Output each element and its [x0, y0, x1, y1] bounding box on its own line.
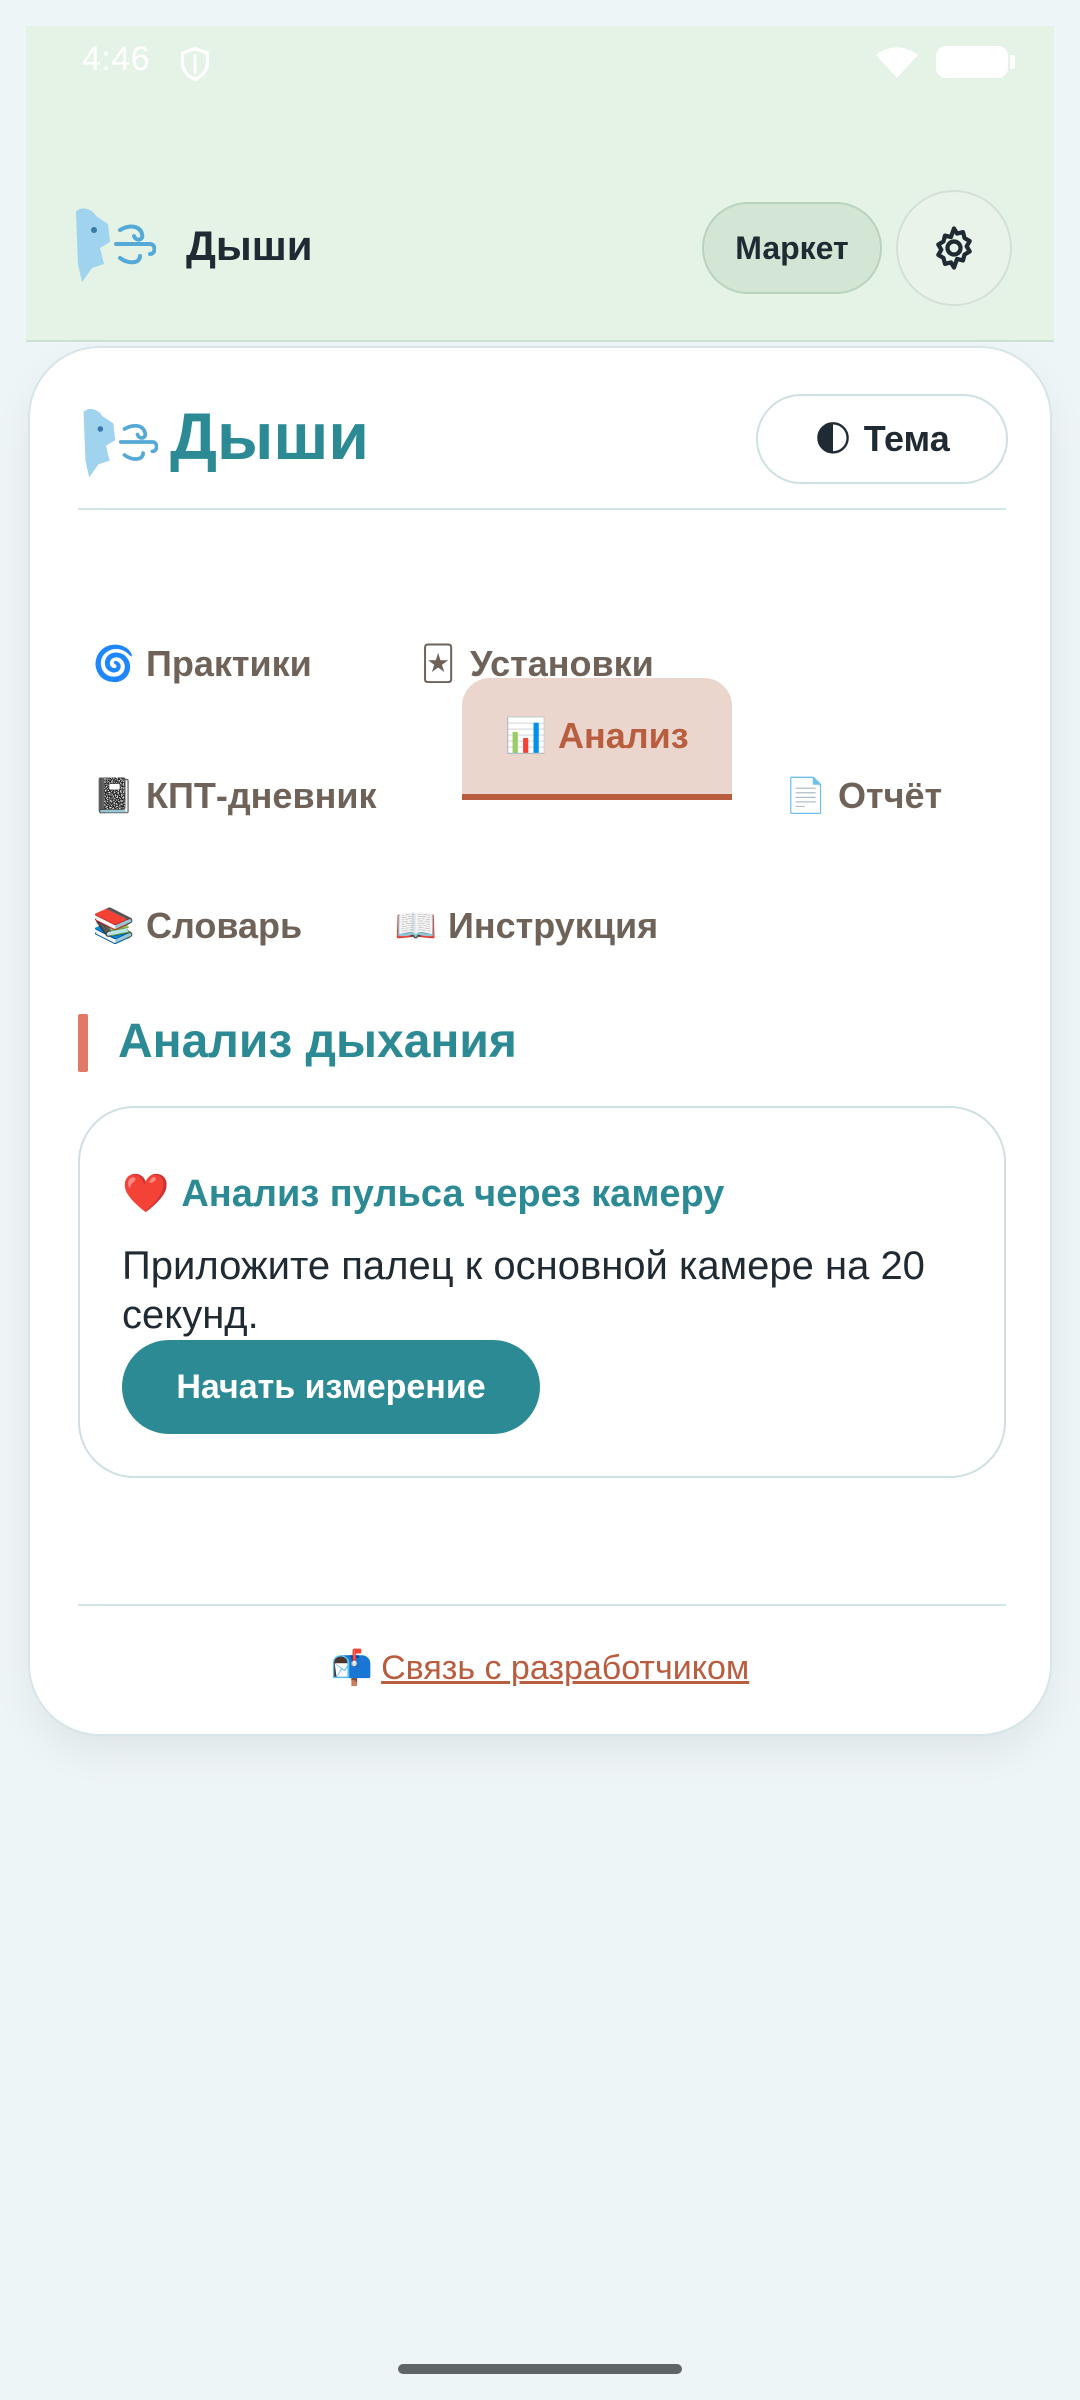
status-time: 4:46	[82, 40, 151, 78]
spiral-icon: 🌀	[92, 645, 136, 683]
pulse-card-title: ❤️ Анализ пульса через камеру	[122, 1172, 724, 1216]
tab-glossary[interactable]: 📚 Словарь	[50, 868, 340, 984]
wind-face-logo-icon	[76, 208, 156, 282]
document-icon: 📄	[784, 777, 828, 815]
tab-label: Отчёт	[838, 775, 943, 816]
status-bar: 4:46	[26, 26, 1054, 102]
tab-analysis[interactable]: 📊 Анализ	[462, 678, 732, 800]
shield-icon	[180, 47, 210, 81]
battery-icon	[936, 46, 1015, 78]
divider	[78, 508, 1006, 510]
pulse-analysis-card: ❤️ Анализ пульса через камеру Приложите …	[78, 1106, 1006, 1478]
tab-instructions[interactable]: 📖 Инструкция	[352, 868, 692, 984]
tab-label: Инструкция	[448, 905, 659, 946]
pulse-instructions: Приложите палец к основной камере на 20 …	[122, 1244, 925, 1337]
mailbox-icon: 📬	[330, 1649, 374, 1687]
main-card: Дыши 🌓 Тема 🌀 Практики 🃏 Установки 📓 КПТ…	[28, 346, 1052, 1736]
books-icon: 📚	[92, 907, 136, 945]
notebook-icon: 📓	[92, 777, 136, 815]
bar-chart-icon: 📊	[504, 717, 548, 755]
pulse-title-text: Анализ пульса через камеру	[181, 1172, 725, 1215]
tab-label: Анализ	[558, 715, 689, 756]
tab-label: Словарь	[146, 905, 303, 946]
heart-icon: ❤️	[122, 1173, 170, 1215]
theme-toggle-button[interactable]: 🌓 Тема	[756, 394, 1008, 484]
section-title: Анализ дыхания	[118, 1015, 517, 1068]
joker-card-icon: 🃏	[420, 645, 456, 683]
divider	[78, 1604, 1006, 1606]
app-top-bar: 4:46 Дыши Маркет	[26, 26, 1054, 342]
contact-developer-link[interactable]: 📬 Связь с разработчиком	[30, 1648, 1050, 1688]
card-title: Дыши	[170, 399, 369, 473]
tab-report[interactable]: 📄 Отчёт	[742, 738, 1002, 854]
app-bar-title: Дыши	[186, 222, 313, 269]
theme-button-label: Тема	[863, 418, 950, 459]
tab-label: КПТ-дневник	[146, 775, 377, 816]
half-moon-icon: 🌓	[814, 418, 852, 459]
tab-label: Практики	[146, 643, 312, 684]
gear-icon	[936, 226, 972, 270]
contact-link-label: Связь с разработчиком	[381, 1649, 750, 1687]
section-accent-bar	[78, 1014, 88, 1072]
tab-cbt-diary[interactable]: 📓 КПТ-дневник	[50, 738, 460, 854]
open-book-icon: 📖	[394, 907, 438, 945]
wind-face-logo-icon	[83, 408, 158, 478]
start-measurement-button[interactable]: Начать измерение	[122, 1340, 540, 1434]
home-indicator[interactable]	[398, 2364, 682, 2374]
settings-button[interactable]	[896, 190, 1012, 306]
wifi-icon	[876, 47, 918, 78]
market-button[interactable]: Маркет	[702, 202, 882, 294]
tab-practices[interactable]: 🌀 Практики	[50, 606, 350, 722]
